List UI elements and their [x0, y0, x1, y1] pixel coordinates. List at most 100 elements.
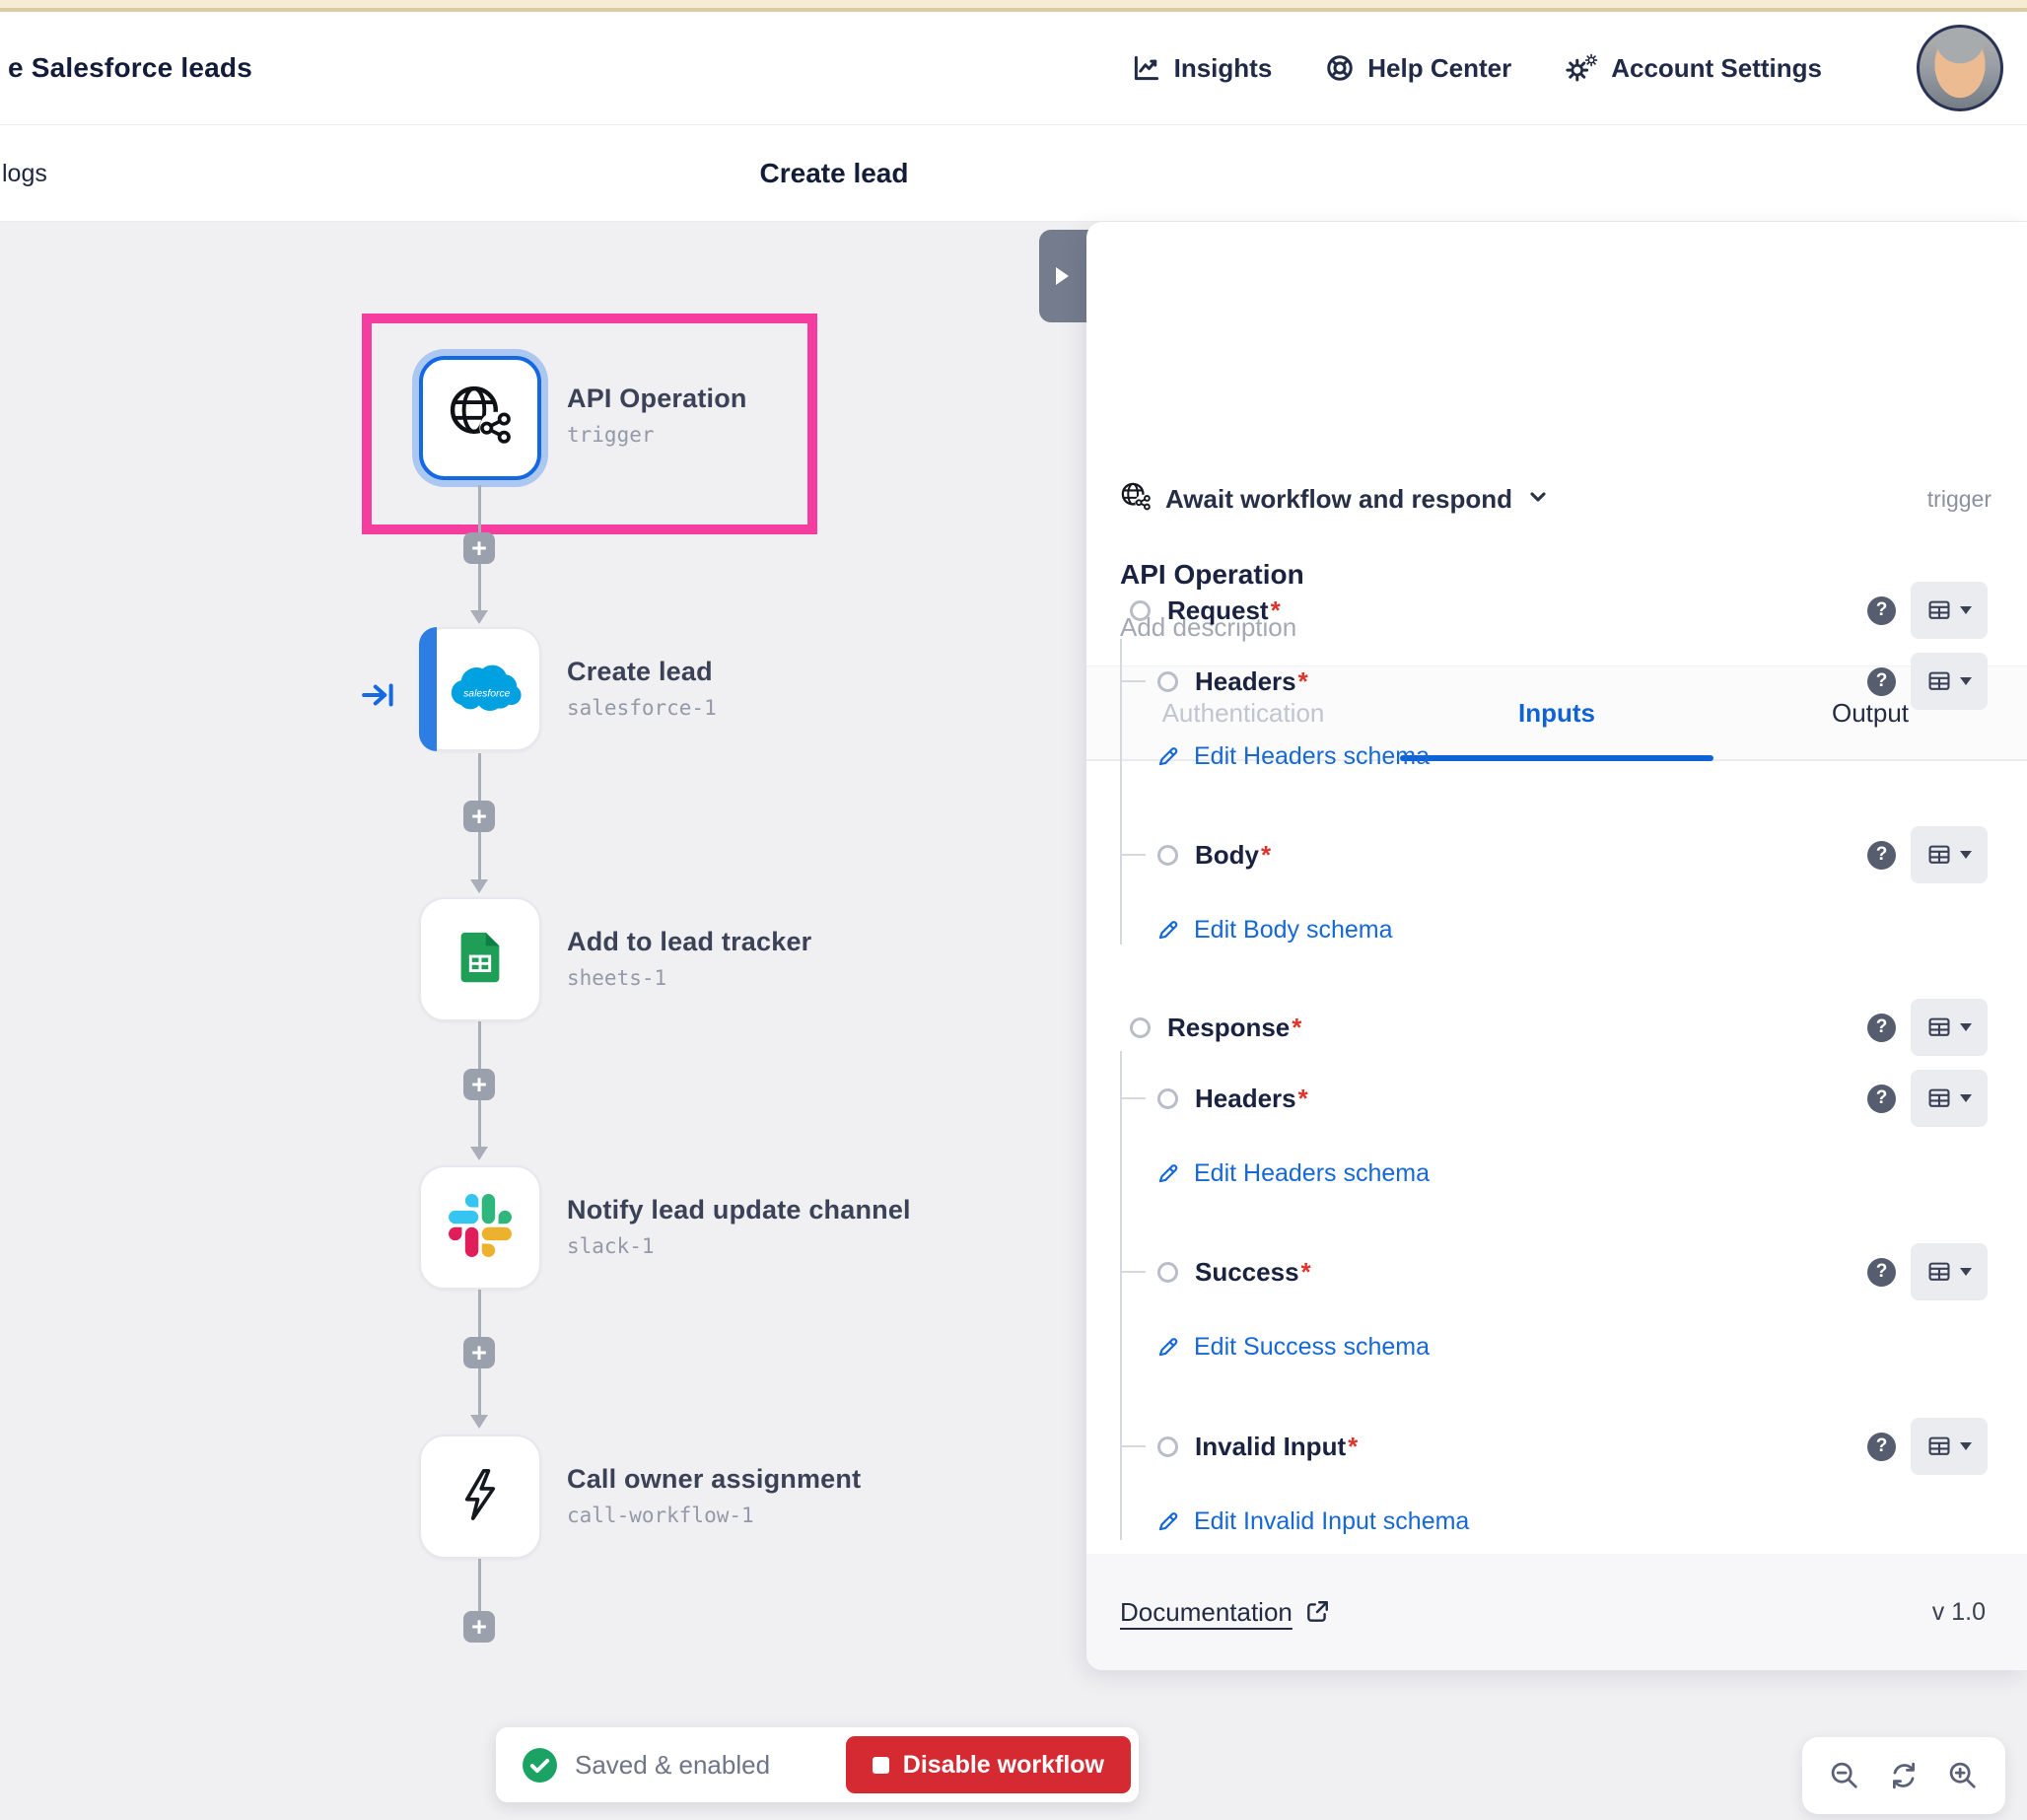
chevron-right-icon: [1056, 267, 1069, 285]
node-create-lead-label: Create lead salesforce-1: [567, 657, 717, 720]
required-mark: *: [1301, 1257, 1311, 1288]
logs-link[interactable]: logs: [2, 125, 47, 222]
add-step-button[interactable]: +: [463, 1069, 495, 1100]
version-label: v 1.0: [1932, 1598, 1986, 1627]
tree-tick: [1120, 1445, 1146, 1447]
add-step-button[interactable]: +: [463, 1337, 495, 1368]
edit-response-success-schema-link[interactable]: Edit Success schema: [1155, 1318, 1430, 1375]
svg-text:salesforce: salesforce: [463, 688, 511, 699]
schema-mode-button[interactable]: [1911, 653, 1988, 710]
edit-link-label: Edit Body schema: [1194, 916, 1393, 945]
documentation-link[interactable]: Documentation: [1120, 1597, 1330, 1628]
schema-mode-button[interactable]: [1911, 1418, 1988, 1475]
help-icon[interactable]: ?: [1867, 1014, 1896, 1042]
node-title: Call owner assignment: [567, 1464, 861, 1495]
nav-help-center-label: Help Center: [1367, 53, 1511, 84]
environment-strip: [0, 0, 2027, 8]
pencil-icon: [1155, 917, 1181, 943]
nav-account-settings-label: Account Settings: [1611, 53, 1822, 84]
zoom-out-icon[interactable]: [1828, 1759, 1861, 1792]
check-circle-icon: [522, 1747, 558, 1784]
schema-mode-button[interactable]: [1911, 582, 1988, 639]
schema-mode-button[interactable]: [1911, 999, 1988, 1056]
connector-arrow: [470, 1147, 488, 1160]
help-icon[interactable]: ?: [1867, 1258, 1896, 1287]
help-icon[interactable]: ?: [1867, 1085, 1896, 1113]
node-accent-stripe: [419, 627, 437, 751]
node-subtitle: salesforce-1: [567, 696, 717, 720]
edit-response-invalid-input-schema-link[interactable]: Edit Invalid Input schema: [1155, 1493, 1469, 1550]
node-title: Add to lead tracker: [567, 927, 811, 957]
connector-line: [478, 1559, 481, 1611]
caret-down-icon: [1960, 1094, 1972, 1102]
required-mark: *: [1271, 595, 1281, 626]
node-subtitle: call-workflow-1: [567, 1504, 861, 1527]
caret-down-icon: [1960, 1268, 1972, 1276]
add-step-button[interactable]: +: [463, 801, 495, 832]
field-circle-icon: [1157, 1436, 1178, 1457]
field-row-response: Response * ?: [1130, 999, 1988, 1056]
caret-down-icon: [1960, 677, 1972, 685]
field-label: Invalid Input: [1195, 1432, 1346, 1462]
schema-mode-button[interactable]: [1911, 1070, 1988, 1127]
caret-down-icon: [1960, 1023, 1972, 1031]
add-step-button[interactable]: +: [463, 1611, 495, 1643]
help-icon[interactable]: ?: [1867, 841, 1896, 870]
add-step-button[interactable]: +: [463, 532, 495, 564]
field-circle-icon: [1157, 1088, 1178, 1109]
node-add-to-lead-tracker-label: Add to lead tracker sheets-1: [567, 927, 811, 990]
panel-footer: Documentation v 1.0: [1086, 1554, 2027, 1670]
node-title: Create lead: [567, 657, 717, 687]
node-subtitle: sheets-1: [567, 966, 811, 990]
gears-icon: [1565, 52, 1598, 84]
pencil-icon: [1155, 1334, 1181, 1360]
pencil-icon: [1155, 1508, 1181, 1534]
api-globe-icon: [447, 383, 514, 455]
workflow-editor-screen: e Salesforce leads Insights: [0, 0, 2027, 1820]
caret-down-icon: [1960, 606, 1972, 614]
user-avatar[interactable]: [1917, 25, 2003, 111]
help-icon[interactable]: ?: [1867, 596, 1896, 625]
nav-account-settings[interactable]: Account Settings: [1565, 52, 1822, 84]
disable-workflow-button[interactable]: Disable workflow: [846, 1736, 1131, 1793]
node-api-operation[interactable]: [419, 356, 541, 480]
chevron-down-icon[interactable]: [1526, 485, 1550, 514]
nav-help-center[interactable]: Help Center: [1325, 53, 1511, 84]
schema-mode-button[interactable]: [1911, 826, 1988, 883]
field-label: Headers: [1195, 666, 1296, 697]
field-circle-icon: [1157, 845, 1178, 866]
edit-response-headers-schema-link[interactable]: Edit Headers schema: [1155, 1145, 1430, 1202]
node-call-owner-assignment[interactable]: [419, 1435, 541, 1559]
canvas-zoom-controls: [1802, 1737, 2005, 1814]
node-subtitle: slack-1: [567, 1234, 911, 1258]
refresh-icon[interactable]: [1887, 1759, 1921, 1792]
field-label: Response: [1167, 1013, 1290, 1043]
workflow-status-card: Saved & enabled Disable workflow: [496, 1727, 1139, 1802]
help-icon[interactable]: ?: [1867, 667, 1896, 696]
disable-workflow-label: Disable workflow: [903, 1751, 1104, 1780]
node-create-lead[interactable]: salesforce: [419, 627, 541, 751]
zoom-in-icon[interactable]: [1946, 1759, 1980, 1792]
node-add-to-lead-tracker[interactable]: [419, 897, 541, 1021]
tree-tick: [1120, 1097, 1146, 1099]
node-api-operation-label: API Operation trigger: [567, 384, 747, 447]
schema-mode-button[interactable]: [1911, 1243, 1988, 1300]
step-type-picker[interactable]: Await workflow and respond trigger: [1120, 470, 1992, 527]
table-icon: [1927, 1087, 1951, 1109]
node-subtitle: trigger: [567, 423, 747, 447]
edit-request-body-schema-link[interactable]: Edit Body schema: [1155, 901, 1393, 958]
node-call-owner-assignment-label: Call owner assignment call-workflow-1: [567, 1464, 861, 1527]
external-link-icon: [1304, 1599, 1330, 1625]
nav-insights-label: Insights: [1174, 53, 1273, 84]
field-row-request-headers: Headers * ?: [1157, 653, 1988, 710]
table-icon: [1927, 1016, 1951, 1038]
tree-tick: [1120, 854, 1146, 856]
table-icon: [1927, 1435, 1951, 1457]
nav-insights[interactable]: Insights: [1132, 53, 1273, 84]
node-notify-lead-update-channel[interactable]: [419, 1165, 541, 1290]
google-sheets-icon: [450, 927, 511, 993]
field-circle-icon: [1157, 1262, 1178, 1283]
required-mark: *: [1348, 1432, 1358, 1462]
edit-request-headers-schema-link[interactable]: Edit Headers schema: [1155, 728, 1430, 785]
help-icon[interactable]: ?: [1867, 1433, 1896, 1461]
